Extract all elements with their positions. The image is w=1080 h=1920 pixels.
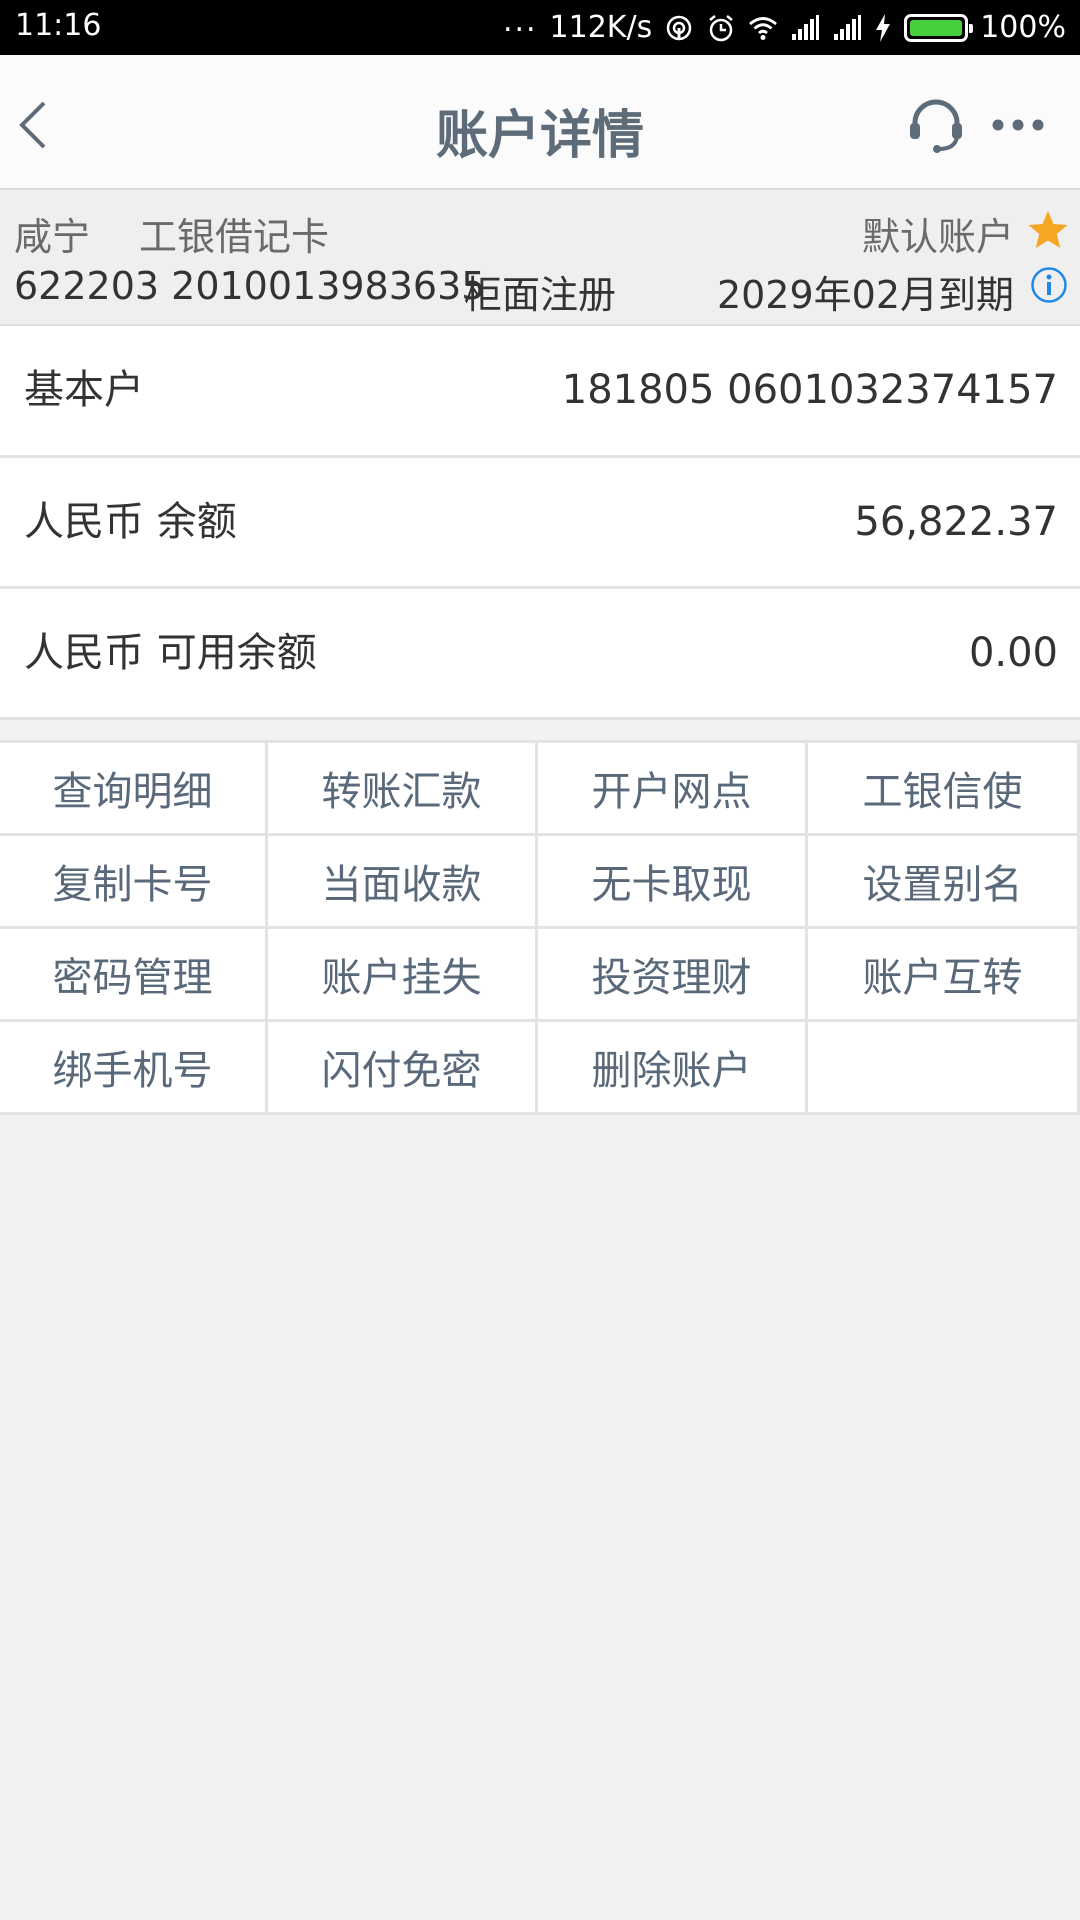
action-transfer[interactable]: 转账汇款 — [268, 743, 538, 836]
status-bar: 11:16 ... 112K/s 100% — [0, 0, 1080, 55]
registration-type: 柜面注册 — [464, 273, 617, 317]
detail-value: 181805 0601032374157 — [561, 367, 1058, 413]
detail-row-basic-account: 基本户 181805 0601032374157 — [0, 326, 1080, 458]
detail-label: 人民币 可用余额 — [24, 630, 317, 676]
action-messenger[interactable]: 工银信使 — [808, 743, 1080, 836]
detail-row-available-balance: 人民币 可用余额 0.00 — [0, 589, 1080, 720]
notification-dots: ... — [502, 4, 538, 39]
star-icon[interactable] — [1026, 208, 1070, 252]
battery-percent: 100% — [980, 10, 1066, 45]
signal-icon-2 — [834, 14, 862, 40]
action-copy-card-number[interactable]: 复制卡号 — [0, 836, 268, 929]
default-account-label: 默认账户 — [861, 215, 1014, 259]
detail-label: 基本户 — [24, 367, 144, 413]
action-empty-cell — [808, 1022, 1080, 1115]
action-grid: 查询明细 转账汇款 开户网点 工银信使 复制卡号 当面收款 无卡取现 设置别名 … — [0, 740, 1080, 1115]
action-report-loss[interactable]: 账户挂失 — [268, 929, 538, 1022]
card-type: 工银借记卡 — [139, 215, 330, 259]
action-set-alias[interactable]: 设置别名 — [808, 836, 1080, 929]
more-icon[interactable] — [990, 115, 1046, 135]
battery-level — [910, 19, 963, 36]
info-icon[interactable] — [1030, 266, 1068, 304]
action-branch[interactable]: 开户网点 — [538, 743, 808, 836]
detail-row-balance: 人民币 余额 56,822.37 — [0, 458, 1080, 589]
action-bind-phone[interactable]: 绑手机号 — [0, 1022, 268, 1115]
card-number: 622203 2010013983635 — [14, 264, 486, 308]
action-account-transfer[interactable]: 账户互转 — [808, 929, 1080, 1022]
action-cardless-withdrawal[interactable]: 无卡取现 — [538, 836, 808, 929]
header: 账户详情 — [0, 55, 1080, 190]
account-details: 基本户 181805 0601032374157 人民币 余额 56,822.3… — [0, 326, 1080, 720]
status-icons: ... 112K/s 100% — [503, 0, 1066, 55]
action-quickpass[interactable]: 闪付免密 — [268, 1022, 538, 1115]
detail-label: 人民币 余额 — [24, 499, 237, 545]
action-receive-payment[interactable]: 当面收款 — [268, 836, 538, 929]
detail-value: 0.00 — [968, 630, 1058, 676]
status-time: 11:16 — [15, 8, 102, 43]
alarm-icon — [709, 14, 733, 41]
network-speed: 112K/s — [549, 10, 653, 45]
action-investment[interactable]: 投资理财 — [538, 929, 808, 1022]
battery-icon — [904, 13, 974, 42]
signal-icon — [792, 14, 820, 40]
detail-value: 56,822.37 — [854, 499, 1058, 545]
card-info: 咸宁 工银借记卡 默认账户 622203 2010013983635 柜面注册 … — [0, 190, 1080, 326]
action-password-management[interactable]: 密码管理 — [0, 929, 268, 1022]
hotspot-icon — [666, 15, 692, 40]
wifi-icon — [749, 16, 778, 40]
card-region: 咸宁 — [14, 215, 91, 259]
headset-icon[interactable] — [907, 95, 965, 153]
action-query-details[interactable]: 查询明细 — [0, 743, 268, 836]
action-delete-account[interactable]: 删除账户 — [538, 1022, 808, 1115]
card-expiry: 2029年02月到期 — [716, 273, 1014, 317]
charging-icon — [876, 13, 891, 42]
